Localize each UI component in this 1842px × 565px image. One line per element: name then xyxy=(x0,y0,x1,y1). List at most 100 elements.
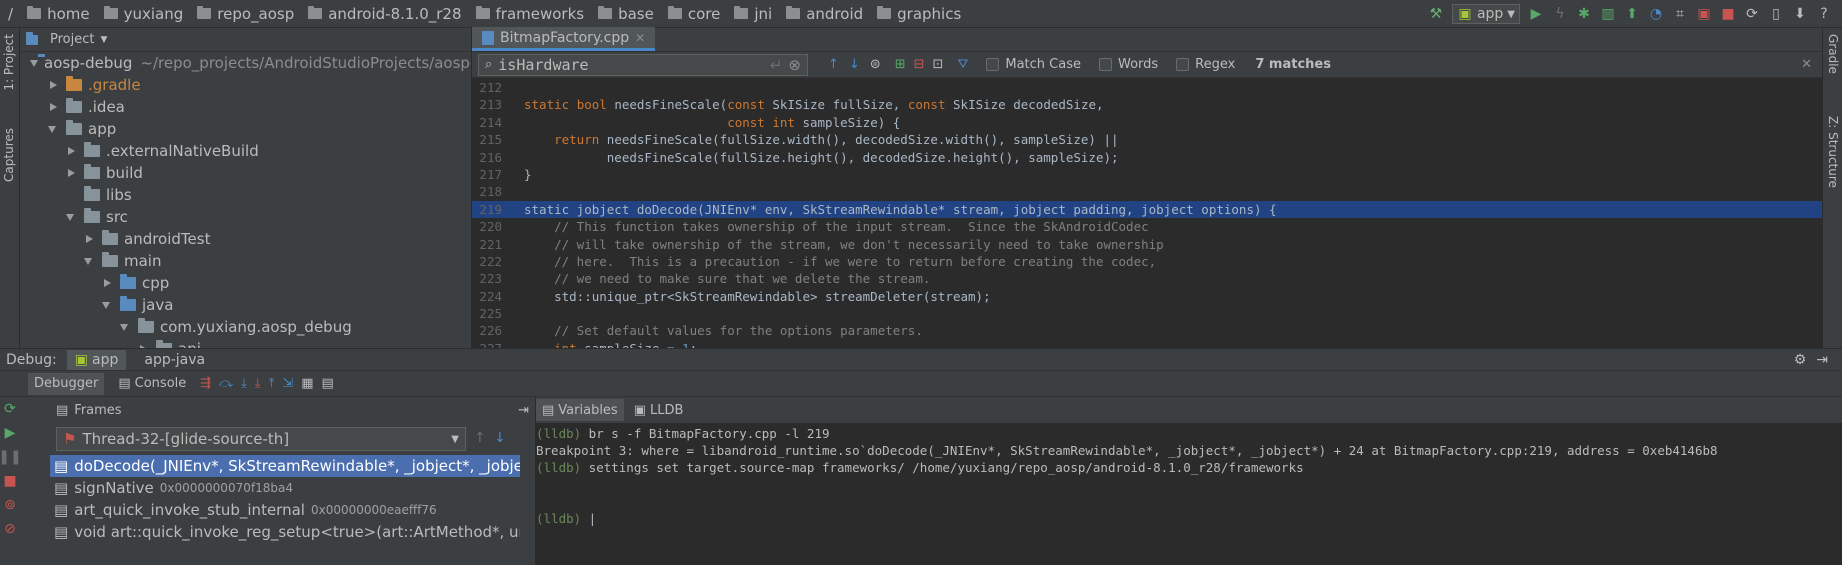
line-number[interactable]: 219 xyxy=(472,201,502,218)
chevron-down-icon[interactable] xyxy=(84,256,94,266)
chevron-down-icon[interactable] xyxy=(48,124,58,134)
line-number[interactable]: 218 xyxy=(472,183,502,200)
pin-icon[interactable]: ⇥ xyxy=(518,403,529,418)
line-number[interactable]: 224 xyxy=(472,288,502,305)
line-number[interactable]: 216 xyxy=(472,149,502,166)
breadcrumb-item[interactable]: repo_aosp xyxy=(189,0,300,28)
breadcrumb-item[interactable]: android xyxy=(778,0,869,28)
close-icon[interactable]: ✕ xyxy=(635,31,645,45)
tree-item[interactable]: libs xyxy=(20,184,471,206)
chevron-down-icon[interactable] xyxy=(102,300,112,310)
line-number[interactable]: 213 xyxy=(472,96,502,113)
frame-up-icon[interactable]: ↑ xyxy=(474,430,486,446)
stack-frame[interactable]: ▤ art_quick_invoke_stub_internal 0x0000000… xyxy=(50,499,520,521)
breadcrumb-item[interactable]: frameworks xyxy=(468,0,591,28)
line-number[interactable]: 221 xyxy=(472,236,502,253)
breadcrumb-item[interactable]: graphics xyxy=(869,0,967,28)
chevron-right-icon[interactable] xyxy=(102,278,112,288)
stack-frame[interactable]: ▤ void art::quick_invoke_reg_setup<true>(… xyxy=(50,521,520,543)
attach-debugger-icon[interactable]: ⬆ xyxy=(1624,6,1640,22)
line-number[interactable]: 220 xyxy=(472,218,502,235)
debug-tab-app-java[interactable]: app-java xyxy=(136,350,213,370)
add-selection-icon[interactable]: ⊞ xyxy=(895,57,906,72)
match-case-checkbox[interactable]: Match Case xyxy=(986,57,1081,72)
tree-item[interactable]: androidTest xyxy=(20,228,471,250)
view-breakpoints-icon[interactable]: ⊚ xyxy=(4,497,16,513)
breadcrumb-item[interactable]: core xyxy=(660,0,727,28)
tree-item[interactable]: main xyxy=(20,250,471,272)
line-number[interactable]: 223 xyxy=(472,270,502,287)
restore-layout-icon[interactable]: ▤ xyxy=(322,376,334,391)
step-out-icon[interactable]: ⤒ xyxy=(269,376,275,391)
apply-changes-icon[interactable]: ϟ xyxy=(1552,6,1568,22)
project-panel-header[interactable]: Project ▼ xyxy=(20,28,471,52)
rerun-icon[interactable]: ▣ xyxy=(1696,6,1712,22)
evaluate-expression-icon[interactable]: ▦ xyxy=(301,376,313,391)
line-number[interactable]: 212 xyxy=(472,79,502,96)
tool-tab-project[interactable]: 1: Project xyxy=(2,34,16,91)
select-all-occurrences-icon[interactable]: ⊡ xyxy=(933,57,944,72)
subtab-debugger[interactable]: Debugger xyxy=(28,372,105,395)
breadcrumb-item[interactable]: jni xyxy=(726,0,778,28)
tree-item[interactable]: .gradle xyxy=(20,74,471,96)
tool-tab-gradle[interactable]: Gradle xyxy=(1826,34,1840,74)
tree-item[interactable]: .idea xyxy=(20,96,471,118)
debug-icon[interactable]: ✱ xyxy=(1576,6,1592,22)
next-occurrence-icon[interactable]: ↓ xyxy=(849,57,860,72)
line-number[interactable]: 217 xyxy=(472,166,502,183)
hide-icon[interactable]: ⇥ xyxy=(1816,352,1828,368)
tab-lldb[interactable]: ▣ LLDB xyxy=(628,399,690,421)
pause-icon[interactable]: ❚❚ xyxy=(0,449,22,465)
remove-selection-icon[interactable]: ⊟ xyxy=(914,57,925,72)
run-icon[interactable]: ▶ xyxy=(1528,6,1544,22)
tree-item[interactable]: com.yuxiang.aosp_debug xyxy=(20,316,471,338)
avd-manager-icon[interactable]: ▯ xyxy=(1768,6,1784,22)
clear-icon[interactable]: ⊗ xyxy=(788,56,801,74)
code-view[interactable]: 212 213 static bool needsFineScale(const S… xyxy=(472,79,1822,348)
regex-checkbox[interactable]: Regex xyxy=(1176,57,1235,72)
gear-icon[interactable]: ⚙ xyxy=(1794,352,1807,368)
line-number[interactable]: 222 xyxy=(472,253,502,270)
tool-tab-structure[interactable]: Z: Structure xyxy=(1826,116,1840,188)
hammer-icon[interactable]: ⚒ xyxy=(1428,6,1444,22)
chevron-right-icon[interactable] xyxy=(66,168,76,178)
tree-item[interactable]: .externalNativeBuild xyxy=(20,140,471,162)
stack-frame[interactable]: ▤ signNative 0x0000000070f18ba4 xyxy=(50,477,520,499)
tree-item[interactable]: aosp-debug ~/repo_projects/AndroidStudioP… xyxy=(20,52,471,74)
step-over-icon[interactable]: ⤼ xyxy=(219,376,233,391)
help-icon[interactable]: ? xyxy=(1816,6,1832,22)
line-number[interactable]: 226 xyxy=(472,322,502,339)
subtab-console[interactable]: ▤ Console xyxy=(112,373,192,395)
debug-tab-app[interactable]: ▣ app xyxy=(66,349,127,370)
build-variant-icon[interactable]: ⌗ xyxy=(1672,6,1688,22)
show-execution-point-icon[interactable]: ⇶ xyxy=(200,376,211,391)
chevron-down-icon[interactable] xyxy=(66,212,76,222)
breadcrumb-item[interactable]: home xyxy=(19,0,96,28)
resume-icon[interactable]: ▶ xyxy=(5,425,16,441)
frame-down-icon[interactable]: ↓ xyxy=(494,430,506,446)
line-number[interactable]: 227 xyxy=(472,340,502,348)
breadcrumb-item[interactable]: base xyxy=(590,0,660,28)
mute-breakpoints-icon[interactable]: ⊘ xyxy=(4,521,16,537)
stack-frame[interactable]: ▤ doDecode(_JNIEnv*, SkStreamRewindable*,… xyxy=(50,455,520,477)
tree-item[interactable]: java xyxy=(20,294,471,316)
close-find-icon[interactable]: ✕ xyxy=(1801,57,1812,72)
editor-tab-bitmapfactory[interactable]: BitmapFactory.cpp ✕ xyxy=(472,27,656,51)
words-checkbox[interactable]: Words xyxy=(1098,57,1158,72)
rerun-icon[interactable]: ⟳ xyxy=(4,401,16,417)
tree-item[interactable]: api xyxy=(20,338,471,348)
line-number[interactable]: 214 xyxy=(472,114,502,131)
previous-occurrence-icon[interactable]: ↑ xyxy=(828,57,839,72)
sdk-manager-icon[interactable]: ⬇ xyxy=(1792,6,1808,22)
coverage-icon[interactable]: ▥ xyxy=(1600,6,1616,22)
tab-variables[interactable]: ▤ Variables xyxy=(536,399,624,421)
search-icon[interactable]: ⌕ xyxy=(485,57,492,72)
chevron-right-icon[interactable] xyxy=(84,234,94,244)
tree-item[interactable]: build xyxy=(20,162,471,184)
sync-icon[interactable]: ⟳ xyxy=(1744,6,1760,22)
tree-item[interactable]: cpp xyxy=(20,272,471,294)
breadcrumb-item[interactable]: / xyxy=(0,0,19,28)
breadcrumb-item[interactable]: yuxiang xyxy=(96,0,190,28)
profiler-icon[interactable]: ◔ xyxy=(1648,6,1664,22)
run-config-select[interactable]: ▣ app ▼ xyxy=(1451,4,1520,24)
